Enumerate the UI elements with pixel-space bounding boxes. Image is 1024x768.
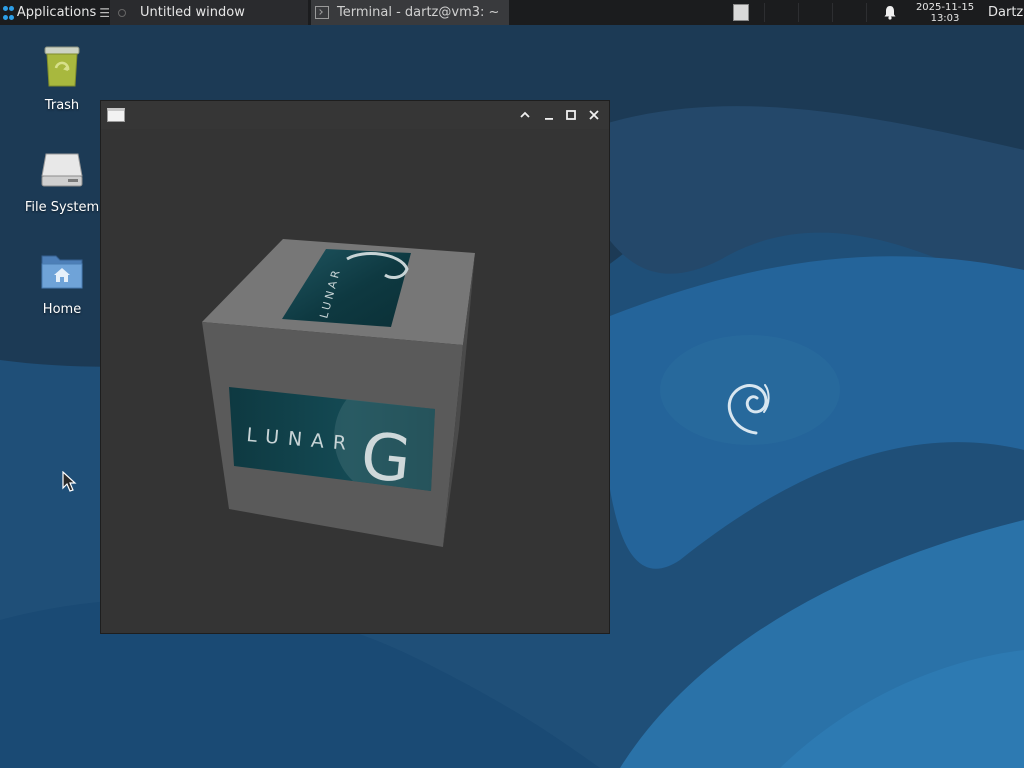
window-icon[interactable] bbox=[107, 108, 125, 122]
drive-icon bbox=[41, 153, 83, 187]
minimize-button[interactable] bbox=[541, 107, 557, 123]
maximize-button[interactable] bbox=[563, 107, 579, 123]
taskbar-item-label: Untitled window bbox=[140, 5, 245, 20]
applications-label: Applications bbox=[16, 5, 97, 20]
panel-separator bbox=[832, 3, 833, 22]
chevron-up-icon bbox=[520, 111, 530, 118]
notifications-button[interactable] bbox=[880, 0, 900, 25]
bell-icon bbox=[884, 6, 896, 20]
clock[interactable]: 2025-11-15 13:03 bbox=[908, 0, 982, 25]
panel-separator bbox=[764, 3, 765, 22]
user-name-label: Dartz bbox=[988, 5, 1024, 20]
vulkan-cube-canvas[interactable]: LUNAR LUNAR G bbox=[101, 129, 609, 633]
maximize-icon bbox=[566, 110, 576, 120]
workspace-switcher-1[interactable] bbox=[730, 0, 752, 25]
logo-letter-front: G bbox=[357, 419, 414, 498]
shade-button[interactable] bbox=[517, 107, 533, 123]
top-panel: Applications ☰ Untitled window Terminal … bbox=[0, 0, 1024, 25]
desktop-icon-home[interactable]: Home bbox=[12, 250, 112, 317]
desktop: Applications ☰ Untitled window Terminal … bbox=[0, 0, 1024, 768]
window-titlebar[interactable] bbox=[101, 101, 609, 129]
panel-separator bbox=[866, 3, 867, 22]
taskbar-item-untitled-window[interactable]: Untitled window bbox=[110, 0, 308, 25]
terminal-icon bbox=[315, 6, 329, 19]
desktop-icon-label: Home bbox=[42, 302, 82, 317]
applications-menu-button[interactable]: Applications ☰ bbox=[0, 0, 110, 25]
app-window[interactable]: LUNAR LUNAR G bbox=[100, 100, 610, 634]
xfce-logo-icon bbox=[3, 5, 14, 20]
taskbar-item-terminal[interactable]: Terminal - dartz@vm3: ~ bbox=[311, 0, 509, 25]
menu-icon: ☰ bbox=[99, 5, 110, 20]
desktop-icon-label: Trash bbox=[44, 98, 80, 113]
trash-icon bbox=[44, 46, 80, 87]
panel-separator bbox=[798, 3, 799, 22]
user-menu-button[interactable]: Dartz bbox=[988, 0, 1023, 25]
close-icon bbox=[589, 110, 599, 120]
clock-date: 2025-11-15 bbox=[915, 1, 975, 13]
home-folder-icon bbox=[41, 255, 83, 289]
taskbar-item-label: Terminal - dartz@vm3: ~ bbox=[337, 5, 500, 20]
clock-time: 13:03 bbox=[930, 12, 960, 24]
close-button[interactable] bbox=[586, 107, 602, 123]
desktop-icon-trash[interactable]: Trash bbox=[12, 42, 112, 113]
desktop-icon-label: File System bbox=[24, 200, 100, 215]
minimize-icon bbox=[545, 118, 553, 120]
workspace-1-preview bbox=[733, 4, 749, 21]
desktop-icon-file-system[interactable]: File System bbox=[12, 148, 112, 215]
window-dot-icon bbox=[118, 8, 126, 17]
mouse-pointer-icon bbox=[62, 471, 77, 492]
